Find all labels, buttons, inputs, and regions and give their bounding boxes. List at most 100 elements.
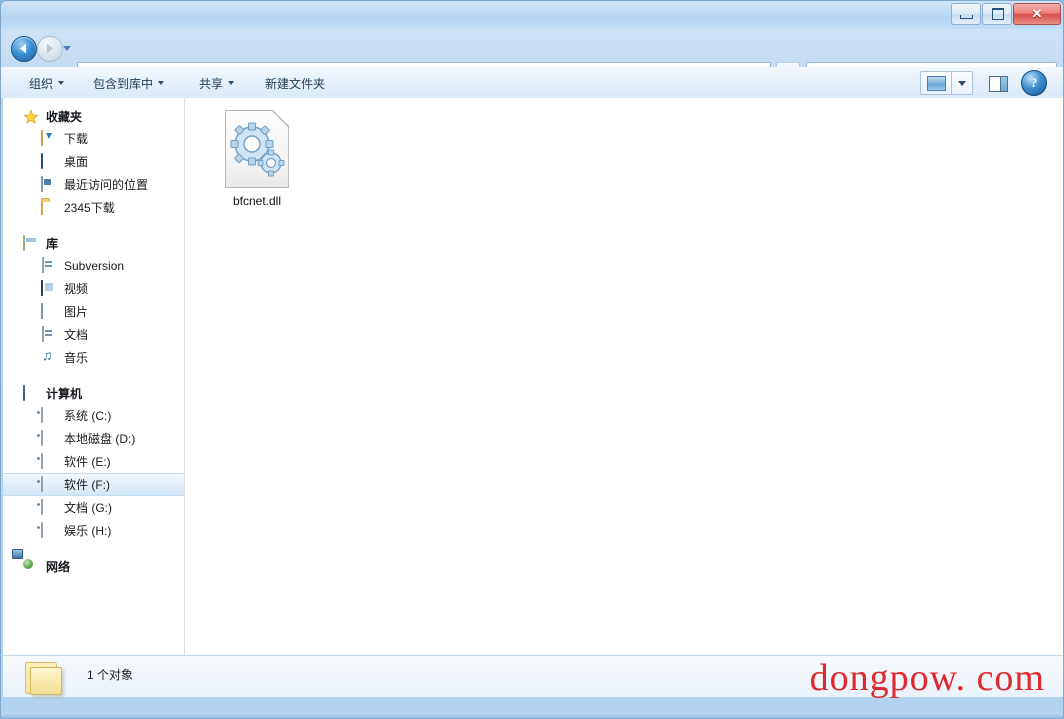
back-button[interactable] bbox=[11, 36, 37, 62]
sidebar-item-label: 软件 (E:) bbox=[64, 455, 111, 469]
library-icon bbox=[23, 234, 39, 252]
chevron-down-icon bbox=[158, 81, 165, 85]
sidebar-item-drive-g[interactable]: 文档 (G:) bbox=[3, 496, 184, 519]
explorer-window: ✕ ▸ 计算机 ▸ 软件 (F:) ▸ 系统之家 ▸ bbox=[0, 0, 1064, 719]
forward-button[interactable] bbox=[37, 36, 63, 62]
sidebar-head-label: 库 bbox=[46, 237, 59, 251]
picture-icon bbox=[41, 302, 57, 320]
include-in-library-label: 包含到库中 bbox=[93, 76, 154, 91]
sidebar-item-label: Subversion bbox=[64, 258, 125, 273]
sidebar-item-videos[interactable]: 视频 bbox=[3, 277, 184, 300]
file-item-bfcnet-dll[interactable]: bfcnet.dll bbox=[205, 110, 309, 209]
close-icon: ✕ bbox=[1031, 6, 1043, 21]
change-view-button[interactable] bbox=[920, 70, 951, 95]
drive-icon bbox=[41, 406, 57, 424]
change-view-dropdown[interactable] bbox=[951, 70, 973, 95]
share-button[interactable]: 共享 bbox=[193, 73, 240, 93]
include-in-library-button[interactable]: 包含到库中 bbox=[87, 73, 170, 93]
close-button[interactable]: ✕ bbox=[1013, 3, 1061, 25]
share-label: 共享 bbox=[199, 76, 224, 91]
drive-icon bbox=[41, 429, 57, 447]
command-toolbar: 组织 包含到库中 共享 新建文件夹 ? bbox=[1, 67, 1063, 99]
nav-group-libraries: 库 Subversion 视频 图片 文档 音乐 bbox=[3, 233, 184, 369]
folder-icon bbox=[21, 658, 65, 696]
sidebar-item-label: 文档 bbox=[64, 328, 89, 342]
downloads-icon bbox=[41, 129, 57, 147]
sidebar-head-computer[interactable]: 计算机 bbox=[3, 383, 184, 404]
sidebar-item-documents[interactable]: 文档 bbox=[3, 323, 184, 346]
sidebar-item-downloads[interactable]: 下载 bbox=[3, 127, 184, 150]
watermark-text: dongpow. com bbox=[809, 657, 1045, 699]
desktop-icon bbox=[41, 152, 57, 170]
file-name-label: bfcnet.dll bbox=[232, 194, 282, 208]
new-folder-button[interactable]: 新建文件夹 bbox=[259, 73, 331, 93]
arrow-left-icon bbox=[20, 43, 26, 54]
sidebar-item-label: 音乐 bbox=[64, 351, 89, 365]
minimize-icon bbox=[960, 15, 973, 19]
chevron-down-icon bbox=[228, 81, 235, 85]
sidebar-item-drive-f[interactable]: 软件 (F:) bbox=[3, 473, 184, 496]
preview-pane-button[interactable] bbox=[985, 72, 1011, 94]
new-folder-label: 新建文件夹 bbox=[265, 76, 326, 91]
drive-icon bbox=[41, 475, 57, 493]
sidebar-item-drive-d[interactable]: 本地磁盘 (D:) bbox=[3, 427, 184, 450]
window-bottom-edge bbox=[1, 712, 1063, 718]
sidebar-item-label: 系统 (C:) bbox=[64, 409, 112, 423]
sidebar-head-label: 收藏夹 bbox=[46, 110, 83, 124]
organize-button[interactable]: 组织 bbox=[23, 73, 70, 93]
maximize-button[interactable] bbox=[982, 3, 1012, 25]
window-controls: ✕ bbox=[950, 3, 1061, 25]
sidebar-head-favorites[interactable]: 收藏夹 bbox=[3, 106, 184, 127]
sidebar-item-label: 图片 bbox=[64, 305, 89, 319]
sidebar-head-network[interactable]: 网络 bbox=[3, 556, 184, 577]
arrow-right-icon bbox=[47, 43, 53, 54]
maximize-icon bbox=[992, 8, 1004, 20]
sidebar-item-recent-places[interactable]: 最近访问的位置 bbox=[3, 173, 184, 196]
sidebar-item-drive-h[interactable]: 娱乐 (H:) bbox=[3, 519, 184, 542]
sidebar-item-label: 娱乐 (H:) bbox=[64, 524, 112, 538]
sidebar-head-label: 网络 bbox=[46, 560, 71, 574]
sidebar-item-subversion[interactable]: Subversion bbox=[3, 254, 184, 277]
organize-label: 组织 bbox=[29, 76, 54, 91]
dll-gears-icon bbox=[225, 110, 289, 188]
help-button[interactable]: ? bbox=[1021, 69, 1047, 96]
drive-icon bbox=[41, 452, 57, 470]
chevron-down-icon bbox=[58, 81, 65, 85]
nav-group-favorites: 收藏夹 下载 桌面 最近访问的位置 2345下载 bbox=[3, 106, 184, 219]
sidebar-item-label: 文档 (G:) bbox=[64, 501, 112, 515]
navigation-bar: ▸ 计算机 ▸ 软件 (F:) ▸ 系统之家 ▸ 新建文件夹 (16) ▸ bf… bbox=[1, 29, 1063, 87]
sidebar-item-music[interactable]: 音乐 bbox=[3, 346, 184, 369]
sidebar-head-libraries[interactable]: 库 bbox=[3, 233, 184, 254]
sidebar-item-label: 最近访问的位置 bbox=[64, 178, 149, 192]
drive-icon bbox=[41, 521, 57, 539]
recent-pages-dropdown-icon[interactable] bbox=[63, 46, 71, 51]
sidebar-item-pictures[interactable]: 图片 bbox=[3, 300, 184, 323]
nav-group-network: 网络 bbox=[3, 556, 184, 577]
sidebar-item-label: 下载 bbox=[64, 132, 89, 146]
status-bar: 1 个对象 dongpow. com bbox=[3, 655, 1063, 699]
computer-icon bbox=[23, 384, 39, 402]
navigation-pane: 收藏夹 下载 桌面 最近访问的位置 2345下载 库 Subversion 视频… bbox=[3, 98, 185, 655]
video-icon bbox=[41, 279, 57, 297]
sidebar-item-label: 视频 bbox=[64, 282, 89, 296]
star-icon bbox=[23, 108, 39, 125]
sidebar-head-label: 计算机 bbox=[46, 387, 83, 401]
file-list-pane[interactable]: bfcnet.dll bbox=[185, 98, 1063, 655]
sidebar-item-label: 桌面 bbox=[64, 155, 89, 169]
sidebar-item-2345-downloads[interactable]: 2345下载 bbox=[3, 196, 184, 219]
title-bar: ✕ bbox=[1, 1, 1063, 30]
item-count-label: 1 个对象 bbox=[87, 668, 134, 682]
sidebar-item-desktop[interactable]: 桌面 bbox=[3, 150, 184, 173]
music-icon bbox=[41, 350, 57, 366]
document-icon bbox=[41, 256, 57, 274]
sidebar-item-drive-c[interactable]: 系统 (C:) bbox=[3, 404, 184, 427]
minimize-button[interactable] bbox=[951, 3, 981, 25]
view-icon bbox=[927, 75, 946, 91]
toolbar-right-group: ? bbox=[920, 69, 1047, 96]
sidebar-item-label: 2345下载 bbox=[64, 201, 115, 215]
content-area: 收藏夹 下载 桌面 最近访问的位置 2345下载 库 Subversion 视频… bbox=[3, 98, 1063, 655]
sidebar-item-label: 软件 (F:) bbox=[64, 478, 110, 492]
document-icon bbox=[41, 325, 57, 343]
sidebar-item-drive-e[interactable]: 软件 (E:) bbox=[3, 450, 184, 473]
nav-group-computer: 计算机 系统 (C:) 本地磁盘 (D:) 软件 (E:) 软件 (F:) 文档… bbox=[3, 383, 184, 542]
